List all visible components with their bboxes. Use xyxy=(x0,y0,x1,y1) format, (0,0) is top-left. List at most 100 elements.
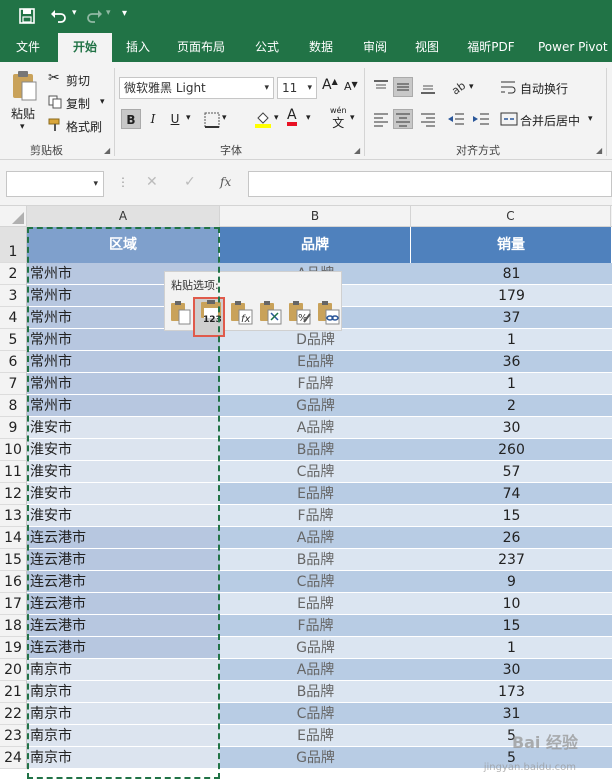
cell-region[interactable]: 常州市 xyxy=(27,329,220,351)
cell-region[interactable]: 常州市 xyxy=(27,373,220,395)
formula-input[interactable] xyxy=(248,171,612,197)
redo-icon[interactable] xyxy=(85,8,103,24)
row-header[interactable]: 17 xyxy=(0,593,27,615)
row-header[interactable]: 22 xyxy=(0,703,27,725)
alignment-launcher-icon[interactable]: ◢ xyxy=(596,146,602,155)
cell-sales[interactable]: 10 xyxy=(411,593,612,615)
cell-sales[interactable]: 15 xyxy=(411,615,612,637)
row-header[interactable]: 12 xyxy=(0,483,27,505)
cell-region[interactable]: 连云港市 xyxy=(27,571,220,593)
cell-sales[interactable]: 179 xyxy=(411,285,612,307)
header-cell-brand[interactable]: 品牌 xyxy=(220,227,411,263)
cell-brand[interactable]: F品牌 xyxy=(220,505,411,527)
merge-dropdown-icon[interactable]: ▾ xyxy=(588,114,593,124)
name-box[interactable]: ▾ xyxy=(6,171,104,197)
cell-region[interactable]: 淮安市 xyxy=(27,439,220,461)
cell-sales[interactable]: 31 xyxy=(411,703,612,725)
tab-page-layout[interactable]: 页面布局 xyxy=(168,33,234,62)
increase-indent-icon[interactable] xyxy=(472,110,490,128)
header-cell-region[interactable]: 区域 xyxy=(27,227,220,263)
clipboard-launcher-icon[interactable]: ◢ xyxy=(104,146,110,155)
cell-brand[interactable]: F品牌 xyxy=(220,373,411,395)
row-header[interactable]: 9 xyxy=(0,417,27,439)
cell-sales[interactable]: 81 xyxy=(411,263,612,285)
cell-brand[interactable]: E品牌 xyxy=(220,351,411,373)
cell-region[interactable]: 连云港市 xyxy=(27,637,220,659)
cell-sales[interactable]: 30 xyxy=(411,417,612,439)
tab-home[interactable]: 开始 xyxy=(58,33,112,62)
row-header[interactable]: 1 xyxy=(0,227,27,263)
row-header[interactable]: 13 xyxy=(0,505,27,527)
save-icon[interactable] xyxy=(19,8,35,24)
row-header[interactable]: 4 xyxy=(0,307,27,329)
borders-dropdown-icon[interactable]: ▾ xyxy=(222,113,227,123)
cell-sales[interactable]: 74 xyxy=(411,483,612,505)
column-header-b[interactable]: B xyxy=(220,206,411,227)
font-size-select[interactable]: 11 ▾ xyxy=(277,77,317,99)
tab-data[interactable]: 数据 xyxy=(298,33,344,62)
cell-region[interactable]: 淮安市 xyxy=(27,483,220,505)
undo-icon[interactable] xyxy=(50,8,68,24)
cell-region[interactable]: 连云港市 xyxy=(27,615,220,637)
paste-link-icon[interactable] xyxy=(315,300,341,326)
tab-power-pivot[interactable]: Power Pivot xyxy=(538,33,612,62)
tab-formulas[interactable]: 公式 xyxy=(244,33,290,62)
cell-region[interactable]: 连云港市 xyxy=(27,593,220,615)
cell-brand[interactable]: E品牌 xyxy=(220,483,411,505)
cancel-icon[interactable]: ✕ xyxy=(146,174,158,190)
paste-formulas-icon[interactable]: fx xyxy=(228,300,254,326)
merge-center-button[interactable]: 合并后居中 xyxy=(520,112,580,129)
align-left-icon[interactable] xyxy=(372,110,390,128)
cell-region[interactable]: 淮安市 xyxy=(27,461,220,483)
cell-sales[interactable]: 2 xyxy=(411,395,612,417)
cell-brand[interactable]: E品牌 xyxy=(220,725,411,747)
align-right-icon[interactable] xyxy=(419,110,437,128)
font-name-dropdown-icon[interactable]: ▾ xyxy=(264,78,269,98)
align-bottom-icon[interactable] xyxy=(419,78,437,96)
column-header-a[interactable]: A xyxy=(27,206,220,227)
row-header[interactable]: 21 xyxy=(0,681,27,703)
cell-sales[interactable]: 30 xyxy=(411,659,612,681)
italic-button[interactable]: I xyxy=(143,109,163,129)
row-header[interactable]: 5 xyxy=(0,329,27,351)
cell-region[interactable]: 南京市 xyxy=(27,703,220,725)
row-header[interactable]: 18 xyxy=(0,615,27,637)
row-header[interactable]: 10 xyxy=(0,439,27,461)
paste-formatting-icon[interactable]: % xyxy=(286,300,312,326)
align-middle-button[interactable] xyxy=(393,77,413,97)
cell-region[interactable]: 南京市 xyxy=(27,747,220,769)
cell-sales[interactable]: 260 xyxy=(411,439,612,461)
row-header[interactable]: 16 xyxy=(0,571,27,593)
column-header-c[interactable]: C xyxy=(411,206,611,227)
row-header[interactable]: 24 xyxy=(0,747,27,769)
cell-brand[interactable]: C品牌 xyxy=(220,703,411,725)
row-header[interactable]: 7 xyxy=(0,373,27,395)
paste-icon[interactable] xyxy=(168,300,194,326)
font-launcher-icon[interactable]: ◢ xyxy=(354,146,360,155)
paste-transpose-icon[interactable] xyxy=(257,300,283,326)
orientation-dropdown-icon[interactable]: ▾ xyxy=(469,82,474,92)
phonetic-dropdown-icon[interactable]: ▾ xyxy=(350,113,355,123)
name-box-dropdown-icon[interactable]: ▾ xyxy=(93,172,98,196)
bold-button[interactable]: B xyxy=(121,109,141,129)
tab-view[interactable]: 视图 xyxy=(404,33,450,62)
row-header[interactable]: 14 xyxy=(0,527,27,549)
cell-region[interactable]: 南京市 xyxy=(27,659,220,681)
cell-brand[interactable]: C品牌 xyxy=(220,571,411,593)
tab-review[interactable]: 审阅 xyxy=(352,33,398,62)
font-size-dropdown-icon[interactable]: ▾ xyxy=(307,78,312,98)
cell-brand[interactable]: A品牌 xyxy=(220,417,411,439)
select-all-corner[interactable] xyxy=(0,206,27,227)
tab-file[interactable]: 文件 xyxy=(6,33,50,62)
cell-brand[interactable]: B品牌 xyxy=(220,549,411,571)
align-top-icon[interactable] xyxy=(372,78,390,96)
row-header[interactable]: 19 xyxy=(0,637,27,659)
cell-sales[interactable]: 173 xyxy=(411,681,612,703)
row-header[interactable]: 15 xyxy=(0,549,27,571)
paste-button[interactable]: 粘贴 xyxy=(11,105,35,122)
row-header[interactable]: 6 xyxy=(0,351,27,373)
paste-icon[interactable] xyxy=(10,70,38,102)
cell-brand[interactable]: A品牌 xyxy=(220,527,411,549)
undo-dropdown-icon[interactable]: ▾ xyxy=(72,8,77,18)
cell-brand[interactable]: F品牌 xyxy=(220,615,411,637)
